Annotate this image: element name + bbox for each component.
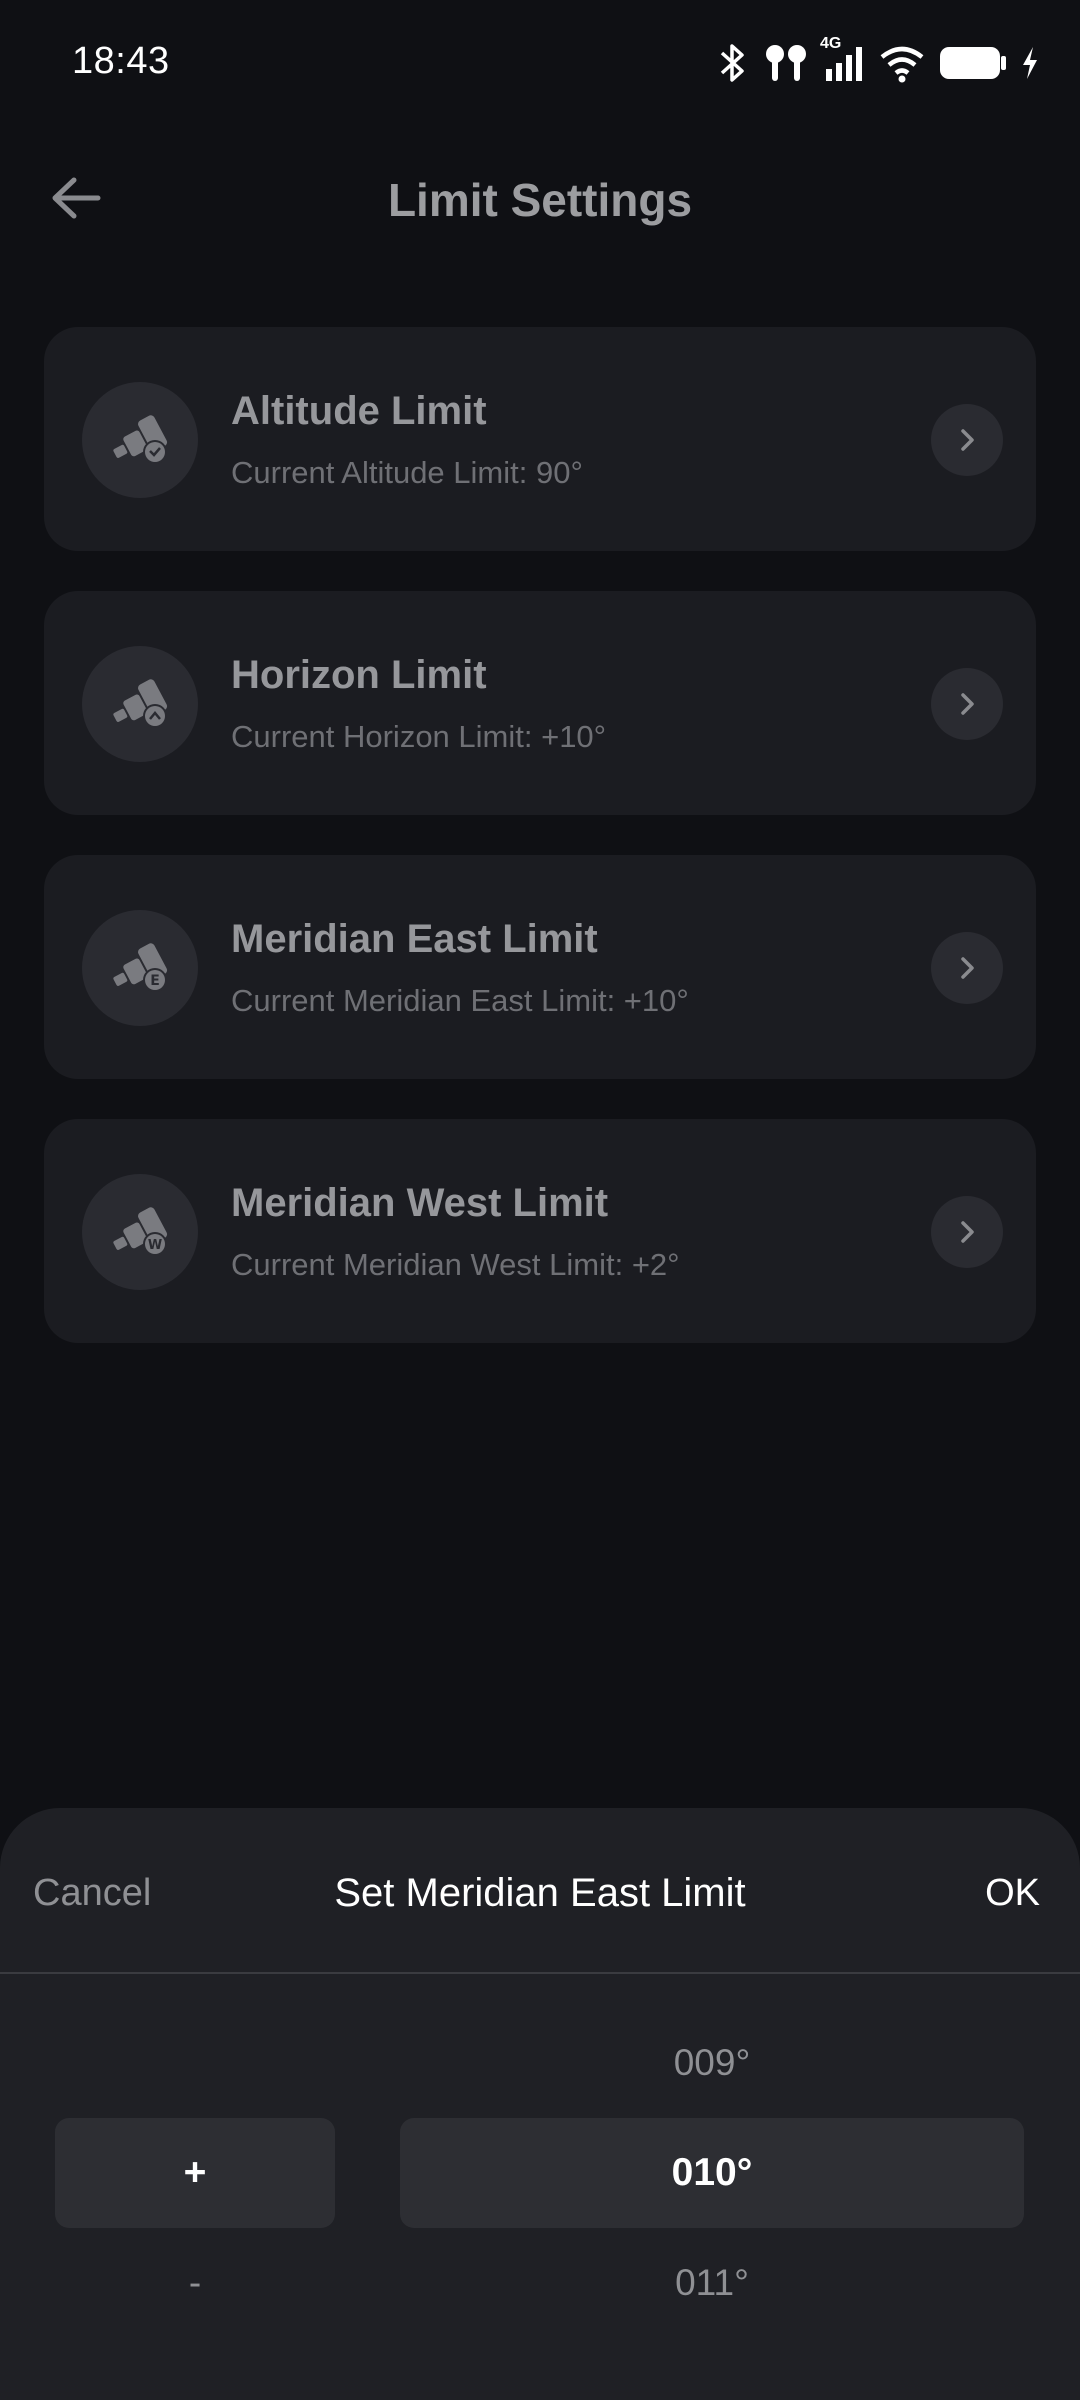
sign-picker[interactable]: + - [55, 2008, 335, 2338]
sheet-title: Set Meridian East Limit [334, 1871, 746, 1915]
meridian-east-limit-card[interactable]: E Meridian East Limit Current Meridian E… [44, 855, 1036, 1079]
telescope-east-icon: E [82, 910, 198, 1026]
status-icons: 4G [716, 35, 1040, 88]
ok-button[interactable]: OK [985, 1863, 1040, 1923]
card-title: Meridian West Limit [231, 1181, 609, 1225]
chevron-right-icon[interactable] [931, 1196, 1003, 1268]
card-title: Meridian East Limit [231, 917, 598, 961]
chevron-right-icon[interactable] [931, 404, 1003, 476]
status-bar: 18:43 4G [0, 0, 1080, 130]
sign-picker-selected[interactable]: + [55, 2118, 335, 2228]
earbuds-icon [762, 43, 810, 83]
chevron-right-icon[interactable] [931, 668, 1003, 740]
limit-list: Altitude Limit Current Altitude Limit: 9… [44, 327, 1036, 1383]
page-title: Limit Settings [387, 174, 693, 226]
altitude-limit-card[interactable]: Altitude Limit Current Altitude Limit: 9… [44, 327, 1036, 551]
card-subtitle: Current Meridian West Limit: +2° [231, 1247, 680, 1282]
battery-icon [938, 43, 1008, 83]
degree-picker-option[interactable]: 009° [400, 2008, 1024, 2118]
svg-text:E: E [150, 973, 160, 989]
charging-icon [1020, 43, 1040, 83]
status-time: 18:43 [72, 40, 170, 82]
app-header: Limit Settings [0, 150, 1080, 250]
card-title: Altitude Limit [231, 389, 487, 433]
card-subtitle: Current Horizon Limit: +10° [231, 719, 607, 754]
degree-picker-selected[interactable]: 010° [400, 2118, 1024, 2228]
sign-picker-option[interactable] [55, 2008, 335, 2118]
degree-picker-option[interactable]: 011° [400, 2228, 1024, 2338]
sheet-header: Cancel Set Meridian East Limit OK [0, 1808, 1080, 1974]
degree-picker[interactable]: 009° 010° 011° [400, 2008, 1024, 2338]
network-type: 4G [820, 35, 842, 52]
svg-text:W: W [148, 1238, 162, 1253]
signal-icon: 4G [820, 35, 866, 83]
card-subtitle: Current Altitude Limit: 90° [231, 455, 583, 490]
bluetooth-icon [716, 43, 750, 83]
telescope-west-icon: W [82, 1174, 198, 1290]
sign-picker-option[interactable]: - [55, 2228, 335, 2338]
card-subtitle: Current Meridian East Limit: +10° [231, 983, 689, 1018]
limit-picker-sheet: Cancel Set Meridian East Limit OK + - 00… [0, 1808, 1080, 2400]
chevron-right-icon[interactable] [931, 932, 1003, 1004]
card-title: Horizon Limit [231, 653, 487, 697]
telescope-horizon-icon [82, 646, 198, 762]
limit-settings-screen: 18:43 4G Limit Settings Altitude Limit C… [0, 0, 1080, 2400]
meridian-west-limit-card[interactable]: W Meridian West Limit Current Meridian W… [44, 1119, 1036, 1343]
telescope-altitude-icon [82, 382, 198, 498]
horizon-limit-card[interactable]: Horizon Limit Current Horizon Limit: +10… [44, 591, 1036, 815]
wifi-icon [878, 43, 926, 83]
